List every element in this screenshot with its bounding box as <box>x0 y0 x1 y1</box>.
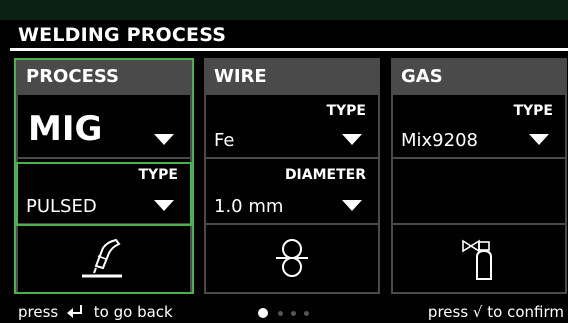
gas-type-value: Mix9208 <box>401 130 478 151</box>
confirm-hint-prefix: press <box>427 303 469 321</box>
back-hint-prefix: press <box>18 303 59 321</box>
confirm-check-icon[interactable]: √ <box>473 303 483 321</box>
gas-cylinder-icon <box>462 239 492 280</box>
gas-type-label: TYPE <box>513 103 553 119</box>
confirm-hint-suffix: to confirm <box>487 303 564 321</box>
wire-diameter-selector[interactable]: DIAMETER 1.0 mm <box>204 159 380 225</box>
wire-header: WIRE <box>204 58 380 95</box>
wire-type-dropdown-arrow-icon[interactable] <box>342 134 362 145</box>
process-column: PROCESS MIG TYPE PULSED <box>14 58 194 294</box>
confirm-hint: press √ to confirm <box>428 303 564 321</box>
gas-header: GAS <box>391 58 567 95</box>
top-band <box>0 0 568 20</box>
gas-column: GAS TYPE Mix9208 <box>391 58 567 294</box>
wire-type-label: TYPE <box>326 103 366 119</box>
gas-icon-cell[interactable] <box>391 225 567 294</box>
page-indicator <box>258 308 309 318</box>
wire-icon-cell[interactable] <box>204 225 380 294</box>
gas-empty-cell <box>391 159 567 225</box>
page-title: WELDING PROCESS <box>18 24 227 46</box>
back-hint-suffix: to go back <box>93 303 173 321</box>
welder-screen: WELDING PROCESS PROCESS MIG TYPE PULSED <box>0 0 568 323</box>
page-dot-1[interactable] <box>258 308 268 318</box>
footer-bar: press to go back press √ to confirm <box>0 300 568 323</box>
wire-type-selector[interactable]: TYPE Fe <box>204 95 380 159</box>
gas-type-dropdown-arrow-icon[interactable] <box>529 134 549 145</box>
title-divider <box>10 48 568 51</box>
process-type-focus <box>16 162 192 226</box>
wire-spool-icon <box>276 239 308 277</box>
page-dot-4[interactable] <box>304 310 309 316</box>
page-dot-2[interactable] <box>278 310 283 316</box>
wire-diameter-label: DIAMETER <box>284 167 366 183</box>
page-dot-3[interactable] <box>291 310 296 316</box>
wire-diameter-dropdown-arrow-icon[interactable] <box>342 200 362 211</box>
wire-type-value: Fe <box>214 130 235 151</box>
enter-return-icon[interactable] <box>66 304 86 318</box>
gas-type-selector[interactable]: TYPE Mix9208 <box>391 95 567 159</box>
wire-column: WIRE TYPE Fe DIAMETER 1.0 mm <box>204 58 380 294</box>
back-hint: press to go back <box>18 303 173 321</box>
wire-diameter-value: 1.0 mm <box>214 196 284 217</box>
